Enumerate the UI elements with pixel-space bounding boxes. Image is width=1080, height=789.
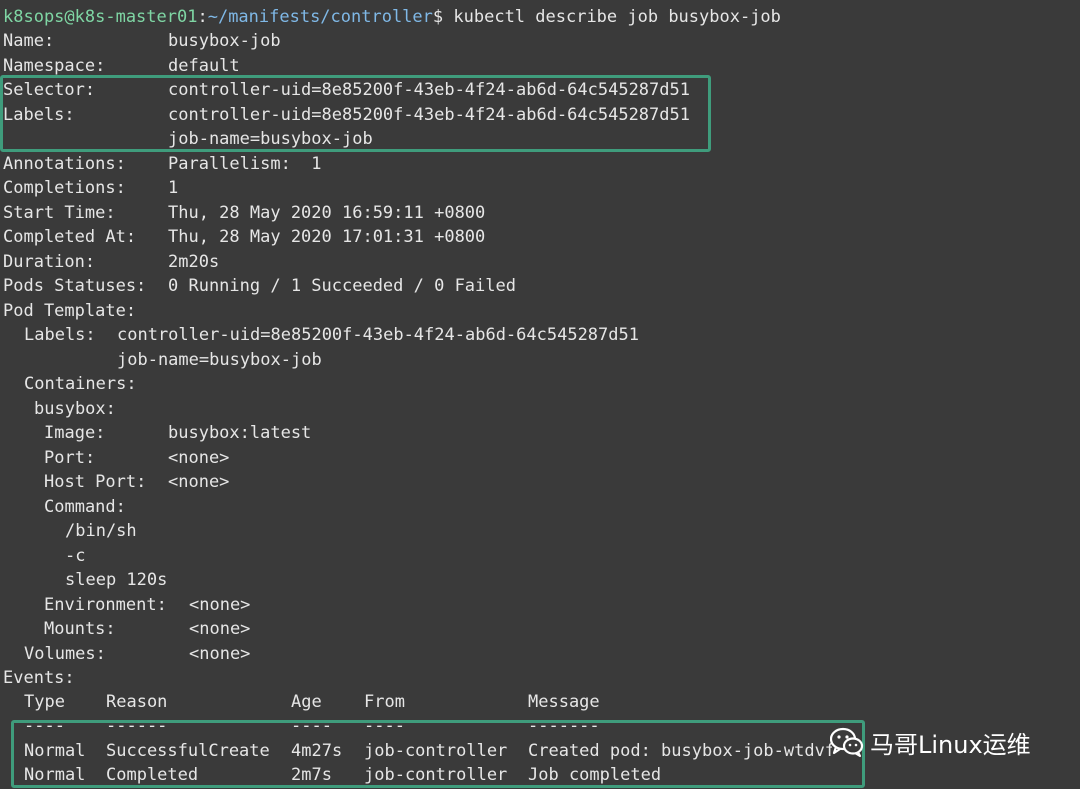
command-arg-1: /bin/sh	[65, 521, 137, 541]
template-label-labels: Labels:	[24, 325, 96, 345]
field-label-name: Name:	[3, 31, 55, 51]
container-label-mounts: Mounts:	[44, 619, 116, 639]
command-arg-2: -c	[65, 546, 86, 566]
terminal-window: k8sops@k8s-master01:~/manifests/controll…	[0, 0, 1080, 789]
events-header-age: Age	[291, 692, 322, 712]
field-label-pods-statuses: Pods Statuses:	[3, 276, 147, 296]
container-label-image: Image:	[44, 423, 106, 443]
field-label-start-time: Start Time:	[3, 203, 116, 223]
template-label-volumes: Volumes:	[24, 644, 106, 664]
field-label-annotations: Annotations:	[3, 154, 126, 174]
template-value-labels-jobname: job-name=busybox-job	[117, 350, 322, 370]
field-label-duration: Duration:	[3, 252, 96, 272]
field-value-pods-statuses: 0 Running / 1 Succeeded / 0 Failed	[168, 276, 516, 296]
command-prompt-line: k8sops@k8s-master01:~/manifests/controll…	[3, 5, 781, 29]
command-arg-3: sleep 120s	[65, 570, 168, 590]
field-label-pod-template: Pod Template:	[3, 301, 137, 321]
field-value-completed-at: Thu, 28 May 2020 17:01:31 +0800	[168, 227, 486, 247]
field-label-completed-at: Completed At:	[3, 227, 137, 247]
watermark: 马哥Linux运维	[830, 722, 1031, 762]
container-value-host-port: <none>	[168, 472, 230, 492]
template-label-containers: Containers:	[24, 374, 137, 394]
events-highlight-box	[11, 720, 865, 788]
field-value-duration: 2m20s	[168, 252, 220, 272]
container-value-image: busybox:latest	[168, 423, 312, 443]
container-label-environment: Environment:	[44, 595, 167, 615]
field-value-annotations: Parallelism: 1	[168, 154, 322, 174]
container-label-port: Port:	[44, 448, 96, 468]
events-header-reason: Reason	[106, 692, 168, 712]
field-value-completions: 1	[168, 178, 179, 198]
container-value-mounts: <none>	[189, 619, 251, 639]
container-value-port: <none>	[168, 448, 230, 468]
watermark-text: 马哥Linux运维	[870, 730, 1031, 759]
events-header-from: From	[364, 692, 405, 712]
events-header-type: Type	[24, 692, 65, 712]
prompt-path: ~/manifests/controller	[207, 7, 433, 27]
prompt-dollar: $	[432, 7, 444, 27]
prompt-user-host: k8sops@k8s-master01	[3, 7, 198, 27]
wechat-icon	[830, 727, 864, 757]
field-label-completions: Completions:	[3, 178, 126, 198]
container-value-environment: <none>	[189, 595, 251, 615]
field-value-name: busybox-job	[168, 31, 281, 51]
selector-labels-highlight-box	[0, 75, 711, 152]
field-value-start-time: Thu, 28 May 2020 16:59:11 +0800	[168, 203, 486, 223]
command-text: kubectl describe job busybox-job	[453, 7, 781, 27]
events-header-message: Message	[528, 692, 600, 712]
template-value-labels-uid: controller-uid=8e85200f-43eb-4f24-ab6d-6…	[117, 325, 639, 345]
container-label-host-port: Host Port:	[44, 472, 147, 492]
template-value-volumes: <none>	[189, 644, 251, 664]
container-name: busybox:	[34, 399, 116, 419]
container-label-command: Command:	[44, 497, 126, 517]
prompt-separator: :	[197, 7, 208, 27]
events-label: Events:	[3, 668, 75, 688]
